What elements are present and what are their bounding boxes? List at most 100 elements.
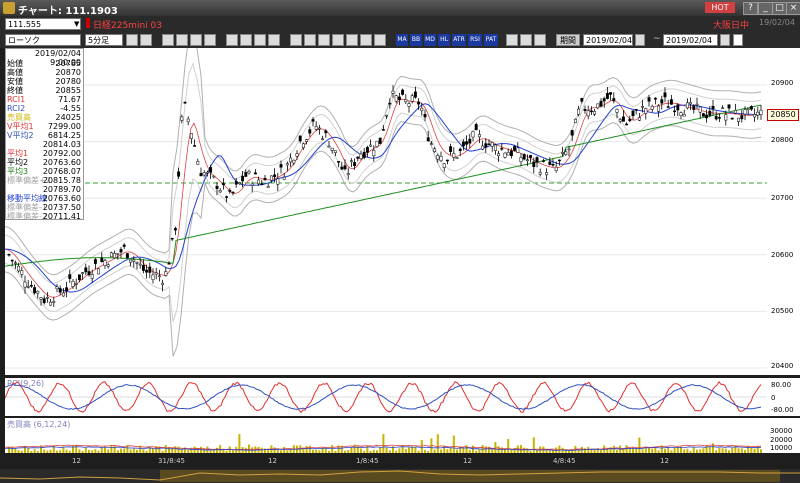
candle: [317, 127, 321, 130]
checkbox[interactable]: [733, 34, 743, 46]
help-button[interactable]: ?: [743, 2, 758, 15]
indicator-button-6[interactable]: RSI: [468, 34, 482, 46]
fib-icon[interactable]: [318, 34, 330, 46]
rci-tick: 0: [771, 394, 776, 402]
volume-bar: [388, 450, 391, 453]
volume-tick: 10000: [770, 444, 793, 452]
minimize-button[interactable]: _: [758, 2, 773, 15]
volume-bar: [468, 449, 471, 453]
volume-bar: [424, 449, 426, 453]
indicator-button-1[interactable]: MA: [396, 34, 408, 46]
candle: [509, 150, 513, 157]
eraser-icon[interactable]: [374, 34, 386, 46]
calendar-icon[interactable]: [635, 34, 645, 46]
date-from-input[interactable]: 2019/02/04: [583, 34, 633, 46]
maximize-button[interactable]: □: [772, 2, 787, 15]
info-value: 24025: [55, 113, 81, 122]
rci-chart[interactable]: [5, 378, 767, 416]
volume-bar: [232, 450, 234, 453]
overview-scrollbar[interactable]: [0, 469, 800, 483]
arrow-icon[interactable]: [332, 34, 344, 46]
price-tick: 20700: [771, 194, 794, 202]
grid-icon[interactable]: [140, 34, 152, 46]
candle: [743, 109, 747, 115]
volume-bar: [641, 449, 644, 453]
channel-icon[interactable]: [304, 34, 316, 46]
candle: [420, 107, 424, 111]
rci-pane[interactable]: RCI(9,26): [5, 378, 767, 416]
volume-axis: 30000 20000 10000: [767, 418, 800, 453]
volume-chart[interactable]: [5, 418, 767, 453]
price-chart[interactable]: [5, 48, 767, 375]
line-icon[interactable]: [290, 34, 302, 46]
candle: [653, 97, 657, 100]
chevron-down-icon[interactable]: ▼: [74, 20, 79, 28]
chart-type-select[interactable]: ローソク: [5, 34, 81, 46]
volume-bar: [286, 450, 289, 453]
indicator-button-5[interactable]: ATR: [452, 34, 466, 46]
volume-bar: [363, 450, 366, 453]
volume-pane[interactable]: 売買高 (6,12,24): [5, 418, 767, 453]
print-icon[interactable]: [520, 34, 532, 46]
candle: [394, 95, 398, 102]
indicator-button-4[interactable]: HL: [438, 34, 450, 46]
candle: [685, 102, 689, 109]
candle: [257, 179, 261, 185]
volume-bar: [65, 449, 68, 453]
calendar-icon[interactable]: [720, 34, 730, 46]
info-row: V平均1 7299.00: [7, 122, 81, 131]
candle: [199, 173, 203, 177]
volume-bar: [94, 448, 97, 453]
volume-bar: [187, 449, 190, 453]
text-icon[interactable]: [346, 34, 358, 46]
indicator-button-3[interactable]: MD: [424, 34, 436, 46]
close-button[interactable]: ×: [786, 2, 800, 15]
info-value: -4.55: [60, 104, 81, 113]
volume-bar: [612, 445, 615, 453]
candle: [87, 271, 91, 276]
volume-bar: [33, 449, 36, 453]
candle: [23, 281, 27, 288]
date-to-input[interactable]: 2019/02/04: [663, 34, 718, 46]
save-icon[interactable]: [506, 34, 518, 46]
volume-bar: [708, 446, 711, 453]
hot-badge[interactable]: HOT: [705, 2, 735, 13]
settings-icon[interactable]: [534, 34, 546, 46]
info-row: RCI2 -4.55: [7, 104, 81, 113]
pencil-icon[interactable]: [360, 34, 372, 46]
chart-icon[interactable]: [162, 34, 174, 46]
candle: [458, 148, 462, 152]
info-value: 20763.60: [42, 158, 81, 167]
table-icon[interactable]: [204, 34, 216, 46]
candle: [295, 153, 299, 157]
pointer-icon[interactable]: [254, 34, 266, 46]
list-icon[interactable]: [190, 34, 202, 46]
candle: [7, 253, 11, 256]
volume-bar: [529, 450, 532, 453]
candle: [449, 146, 453, 152]
bars-icon[interactable]: [176, 34, 188, 46]
volume-bar: [408, 447, 410, 453]
candle: [705, 114, 709, 119]
zoom-icon[interactable]: [240, 34, 252, 46]
candle: [599, 100, 603, 107]
candle: [359, 153, 363, 159]
symbol-code-input[interactable]: 111.555: [5, 18, 81, 30]
candle: [116, 253, 120, 255]
volume-bar: [52, 445, 55, 453]
info-value: 71.67: [58, 95, 81, 104]
price-chart-pane[interactable]: [5, 48, 767, 375]
volume-bar: [670, 450, 673, 453]
candle: [647, 97, 651, 102]
info-value: 20737.50: [42, 203, 81, 212]
search-icon[interactable]: [126, 34, 138, 46]
volume-bar: [699, 449, 702, 453]
period-button[interactable]: 期間: [556, 34, 580, 46]
indicator-button-2[interactable]: BB: [410, 34, 422, 46]
ruler-icon[interactable]: [268, 34, 280, 46]
candle: [228, 189, 232, 192]
volume-bar: [500, 447, 503, 453]
crosshair-icon[interactable]: [226, 34, 238, 46]
indicator-button-7[interactable]: PAT: [484, 34, 498, 46]
interval-select[interactable]: 5分足: [85, 34, 123, 46]
